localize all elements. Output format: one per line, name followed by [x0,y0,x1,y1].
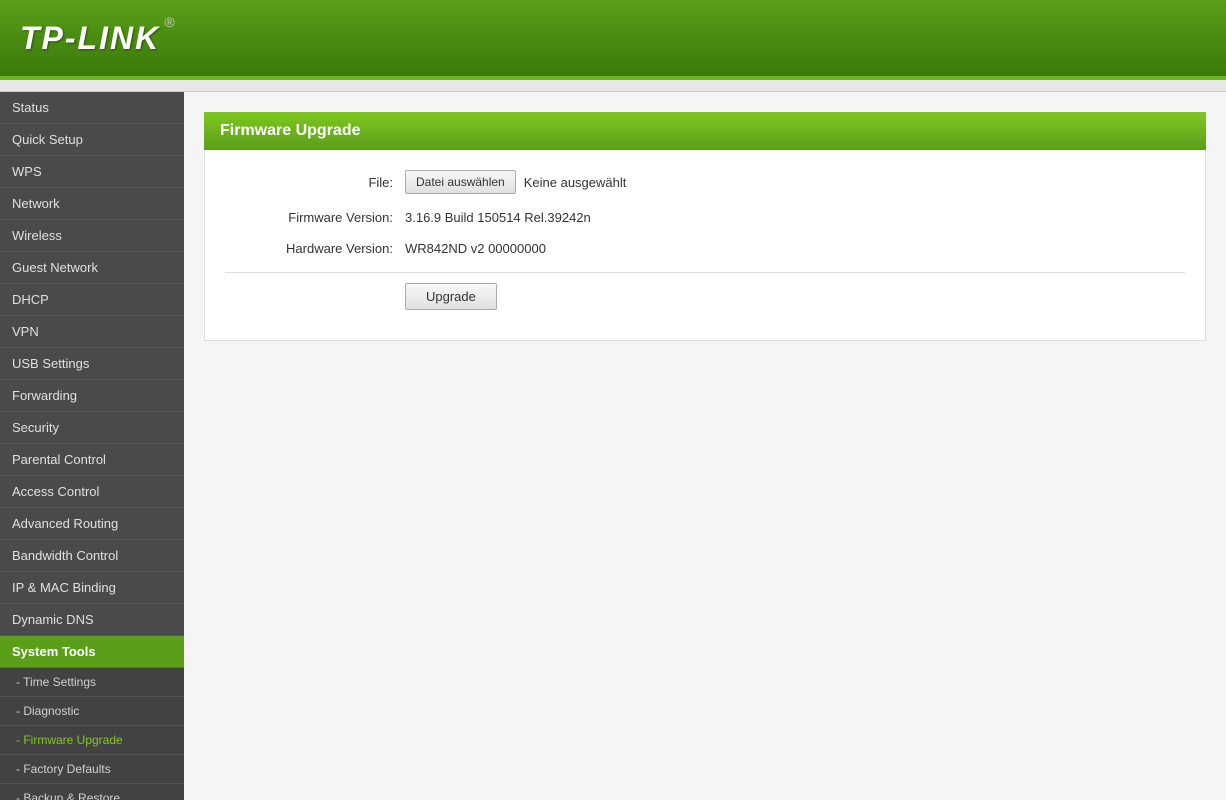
firmware-version-label: Firmware Version: [225,210,405,225]
page-title: Firmware Upgrade [220,122,1190,140]
page-header-bar: Firmware Upgrade [204,112,1206,150]
sidebar-item-dhcp[interactable]: DHCP [0,284,184,316]
file-input-group: Datei auswählen Keine ausgewählt [405,170,626,194]
no-file-selected-label: Keine ausgewählt [524,175,627,190]
logo: TP-LINK [20,20,160,57]
sidebar-item-firmware-upgrade[interactable]: - Firmware Upgrade [0,726,184,755]
sidebar-item-system-tools[interactable]: System Tools [0,636,184,668]
sidebar-item-ip-mac-binding[interactable]: IP & MAC Binding [0,572,184,604]
sidebar: StatusQuick SetupWPSNetworkWirelessGuest… [0,92,184,800]
firmware-version-row: Firmware Version: 3.16.9 Build 150514 Re… [225,210,1185,225]
hardware-version-row: Hardware Version: WR842ND v2 00000000 [225,241,1185,256]
logo-trademark: ® [164,14,174,30]
sidebar-item-quick-setup[interactable]: Quick Setup [0,124,184,156]
hardware-version-label: Hardware Version: [225,241,405,256]
sidebar-item-factory-defaults[interactable]: - Factory Defaults [0,755,184,784]
sidebar-item-status[interactable]: Status [0,92,184,124]
choose-file-button[interactable]: Datei auswählen [405,170,516,194]
sidebar-item-diagnostic[interactable]: - Diagnostic [0,697,184,726]
sidebar-item-forwarding[interactable]: Forwarding [0,380,184,412]
sidebar-item-access-control[interactable]: Access Control [0,476,184,508]
sidebar-item-dynamic-dns[interactable]: Dynamic DNS [0,604,184,636]
subheader [0,80,1226,92]
content-area: Firmware Upgrade File: Datei auswählen K… [184,92,1226,800]
sidebar-item-time-settings[interactable]: - Time Settings [0,668,184,697]
sidebar-item-security[interactable]: Security [0,412,184,444]
sidebar-item-vpn[interactable]: VPN [0,316,184,348]
sidebar-item-network[interactable]: Network [0,188,184,220]
sidebar-item-wps[interactable]: WPS [0,156,184,188]
sidebar-item-usb-settings[interactable]: USB Settings [0,348,184,380]
sidebar-item-wireless[interactable]: Wireless [0,220,184,252]
firmware-version-value: 3.16.9 Build 150514 Rel.39242n [405,210,591,225]
file-row: File: Datei auswählen Keine ausgewählt [225,170,1185,194]
action-row: Upgrade [225,272,1185,310]
sidebar-item-bandwidth-control[interactable]: Bandwidth Control [0,540,184,572]
sidebar-item-guest-network[interactable]: Guest Network [0,252,184,284]
file-label: File: [225,175,405,190]
content-panel: File: Datei auswählen Keine ausgewählt F… [204,150,1206,341]
sidebar-item-backup-restore[interactable]: - Backup & Restore [0,784,184,800]
sidebar-item-parental-control[interactable]: Parental Control [0,444,184,476]
sidebar-item-advanced-routing[interactable]: Advanced Routing [0,508,184,540]
main-layout: StatusQuick SetupWPSNetworkWirelessGuest… [0,92,1226,800]
upgrade-button[interactable]: Upgrade [405,283,497,310]
header: TP-LINK ® [0,0,1226,80]
hardware-version-value: WR842ND v2 00000000 [405,241,546,256]
